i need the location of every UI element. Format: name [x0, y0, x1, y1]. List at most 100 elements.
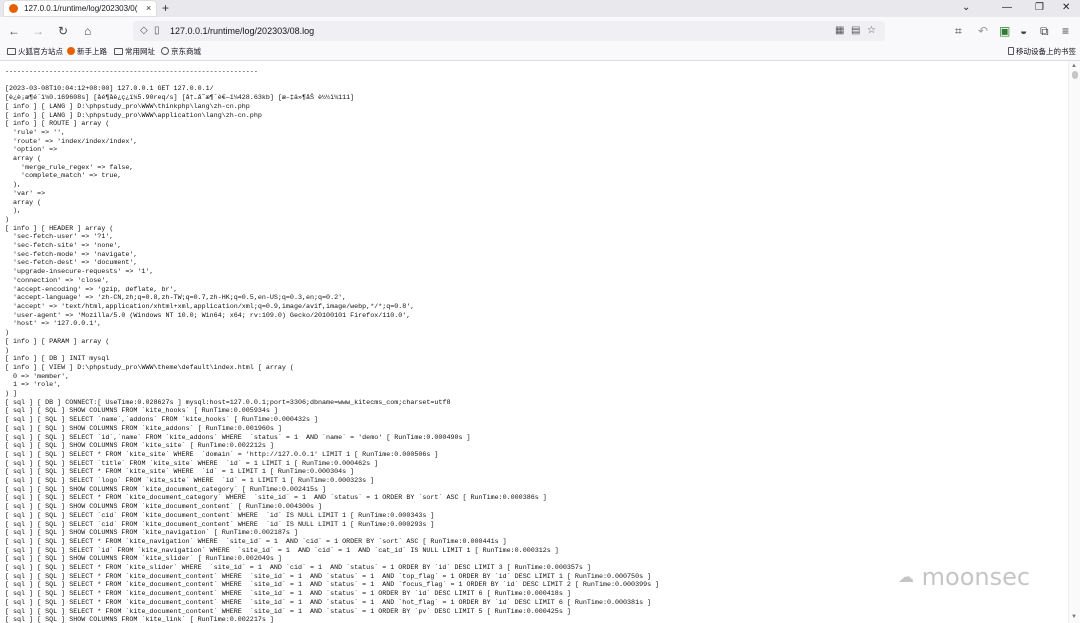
extension-icon[interactable]: ▣: [999, 24, 1010, 38]
maximize-button[interactable]: ❐: [1035, 2, 1044, 14]
log-line: 'accept-encoding' => 'gzip, deflate, br'…: [5, 285, 178, 294]
log-line: [ sql ] [ SQL ] SHOW COLUMNS FROM `kite_…: [5, 529, 298, 538]
log-line: 'complete_match' => true,: [5, 172, 122, 181]
log-line: [ sql ] [ SQL ] SHOW COLUMNS FROM `kite_…: [5, 407, 278, 416]
log-line: [ sql ] [ DB ] CONNECT:[ UseTime:0.02862…: [5, 398, 451, 407]
mobile-bookmarks[interactable]: 移动设备上的书签: [1008, 47, 1076, 57]
log-line: [ sql ] [ SQL ] SELECT * FROM `kite_docu…: [5, 494, 547, 503]
list-tabs-icon[interactable]: ⌄: [962, 2, 970, 14]
log-line: [ sql ] [ SQL ] SELECT * FROM `kite_docu…: [5, 581, 660, 590]
shield-icon[interactable]: ◇: [140, 24, 148, 37]
undo-icon[interactable]: ↶: [978, 24, 988, 38]
log-line: ),: [5, 207, 22, 216]
log-line: ----------------------------------------…: [5, 68, 258, 76]
log-line: 0 => 'member',: [5, 372, 70, 381]
log-line: 'accept' => 'text/html,application/xhtml…: [5, 302, 415, 311]
log-line: 'sec-fetch-user' => '?1',: [5, 233, 114, 242]
log-line: [ sql ] [ SQL ] SELECT `cid` FROM `kite_…: [5, 520, 435, 529]
url-bar[interactable]: ◇ ▯ 127.0.0.1/runtime/log/202303/08.log …: [133, 21, 885, 41]
log-text: ----------------------------------------…: [0, 61, 1068, 623]
log-line: [ sql ] [ SQL ] SELECT `id`,`name` FROM …: [5, 433, 471, 442]
log-line: [ sql ] [ SQL ] SHOW COLUMNS FROM `kite_…: [5, 424, 282, 433]
account-icon[interactable]: ◒: [1020, 24, 1027, 38]
log-line: [ sql ] [ SQL ] SELECT * FROM `kite_docu…: [5, 572, 652, 581]
tab-close-icon[interactable]: ×: [146, 2, 151, 14]
firefox-icon: [67, 47, 75, 55]
minimize-button[interactable]: —: [1002, 2, 1012, 14]
phone-icon: [1008, 47, 1014, 55]
vertical-scrollbar[interactable]: ▲ ▼: [1068, 61, 1080, 623]
log-line: 'option' =>: [5, 146, 58, 155]
log-line: [è¿è¡æ¶é´ï¼0.169608s] [åé¶åè¿ç¿ï¼5.90req…: [5, 94, 355, 103]
log-line: [ sql ] [ SQL ] SELECT * FROM `kite_slid…: [5, 564, 591, 573]
log-line: [ sql ] [ SQL ] SELECT * FROM `kite_docu…: [5, 607, 571, 616]
log-line: array (: [5, 198, 42, 207]
bookmark-item[interactable]: 京东商城: [161, 47, 201, 57]
bookmark-item[interactable]: 常用网址: [114, 47, 155, 57]
forward-icon[interactable]: →: [32, 24, 44, 38]
log-viewport: ----------------------------------------…: [0, 61, 1068, 623]
new-tab-button[interactable]: +: [162, 1, 169, 15]
page-icon[interactable]: ▯: [154, 24, 160, 37]
browser-tab[interactable]: 127.0.0.1/runtime/log/202303/0( ×: [4, 1, 156, 16]
reader-view-icon[interactable]: ▤: [851, 24, 860, 37]
back-icon[interactable]: ←: [8, 24, 20, 38]
log-line: 'sec-fetch-mode' => 'navigate',: [5, 250, 138, 259]
navigation-toolbar: ← → ↻ ⌂ ◇ ▯ 127.0.0.1/runtime/log/202303…: [0, 17, 1080, 45]
log-line: 'sec-fetch-site' => 'none',: [5, 242, 122, 251]
log-line: 'user-agent' => 'Mozilla/5.0 (Windows NT…: [5, 311, 411, 320]
menu-icon[interactable]: ≡: [1062, 24, 1069, 38]
screenshot-icon[interactable]: ⌗: [955, 24, 962, 38]
log-line: ): [5, 215, 10, 224]
log-line: ): [5, 329, 10, 338]
log-line: 'host' => '127.0.0.1',: [5, 320, 102, 329]
extensions-icon[interactable]: ⧉: [1040, 24, 1049, 38]
home-icon[interactable]: ⌂: [84, 24, 91, 38]
log-line: ),: [5, 181, 22, 190]
log-line: 'sec-fetch-dest' => 'document',: [5, 259, 138, 268]
scroll-up-icon[interactable]: ▲: [1071, 63, 1077, 69]
bookmark-star-icon[interactable]: ☆: [867, 24, 876, 37]
tab-bar: 127.0.0.1/runtime/log/202303/0( × + ⌄ — …: [0, 0, 1080, 17]
log-line: ) ]: [5, 390, 18, 399]
log-line: 'connection' => 'close',: [5, 276, 110, 285]
log-line: array (: [5, 155, 42, 164]
close-window-button[interactable]: ✕: [1062, 2, 1070, 14]
log-line: [ info ] [ LANG ] D:\phpstudy_pro\WWW\th…: [5, 102, 250, 111]
bookmark-item[interactable]: 新手上路: [67, 47, 107, 57]
watermark: ☁ moonsec: [898, 563, 1031, 591]
log-line: [ info ] [ HEADER ] array (: [5, 224, 114, 233]
log-line: [ sql ] [ SQL ] SELECT `title` FROM `kit…: [5, 459, 379, 468]
log-line: [ info ] [ LANG ] D:\phpstudy_pro\WWW\ap…: [5, 111, 262, 120]
scroll-down-icon[interactable]: ▼: [1071, 614, 1077, 620]
firefox-icon: [9, 4, 18, 13]
folder-icon: [7, 48, 16, 55]
log-line: 'accept-language' => 'zh-CN,zh;q=0.8,zh-…: [5, 294, 347, 303]
scrollbar-thumb[interactable]: [1072, 71, 1078, 79]
log-line: [ sql ] [ SQL ] SELECT * FROM `kite_docu…: [5, 590, 571, 599]
log-line: [ sql ] [ SQL ] SHOW COLUMNS FROM `kite_…: [5, 485, 327, 494]
bookmarks-toolbar: 火狐官方站点 新手上路 常用网址 京东商城 移动设备上的书签: [0, 45, 1080, 61]
log-line: [ sql ] [ SQL ] SELECT `name`,`addons` F…: [5, 416, 319, 425]
url-text[interactable]: 127.0.0.1/runtime/log/202303/08.log: [170, 25, 314, 37]
log-line: [ sql ] [ SQL ] SHOW COLUMNS FROM `kite_…: [5, 442, 274, 451]
log-line: 1 => 'role',: [5, 381, 62, 390]
log-line: [ sql ] [ SQL ] SELECT `id` FROM `kite_n…: [5, 546, 559, 555]
log-line: [ sql ] [ SQL ] SELECT * FROM `kite_docu…: [5, 598, 652, 607]
bookmark-item[interactable]: 火狐官方站点: [7, 47, 63, 57]
log-line: 'upgrade-insecure-requests' => '1',: [5, 268, 154, 277]
wechat-icon: ☁: [898, 567, 914, 586]
log-line: [ sql ] [ SQL ] SELECT `logo` FROM `kite…: [5, 477, 375, 486]
qr-code-icon[interactable]: ▦: [835, 24, 844, 37]
log-line: 'rule' => '',: [5, 128, 66, 137]
globe-icon: [161, 47, 169, 55]
tab-title: 127.0.0.1/runtime/log/202303/0(: [24, 4, 138, 13]
log-line: 'var' =>: [5, 189, 46, 198]
log-line: [ info ] [ DB ] INIT mysql: [5, 355, 110, 364]
log-line: [ sql ] [ SQL ] SELECT * FROM `kite_navi…: [5, 537, 507, 546]
log-line: [ sql ] [ SQL ] SHOW COLUMNS FROM `kite_…: [5, 616, 274, 623]
reload-icon[interactable]: ↻: [58, 24, 68, 38]
log-line: 'route' => 'index/index/index',: [5, 137, 138, 146]
log-line: [ info ] [ ROUTE ] array (: [5, 120, 110, 129]
folder-icon: [114, 48, 123, 55]
